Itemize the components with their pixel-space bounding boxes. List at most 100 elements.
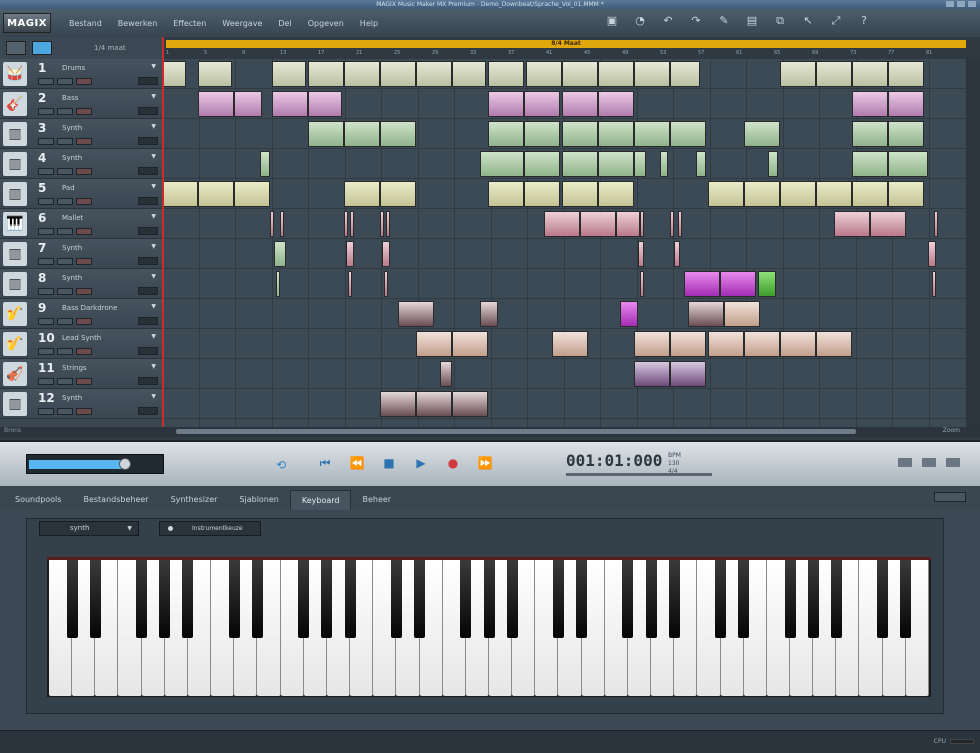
- audio-clip[interactable]: [852, 121, 888, 147]
- audio-clip[interactable]: [852, 181, 888, 207]
- black-key[interactable]: [784, 560, 796, 638]
- track-header[interactable]: ▥ 8 Synth ▼: [0, 269, 162, 299]
- audio-clip[interactable]: [684, 271, 720, 297]
- audio-clip[interactable]: [888, 181, 924, 207]
- chevron-down-icon[interactable]: ▼: [151, 303, 156, 310]
- audio-clip[interactable]: [934, 211, 938, 237]
- track-header[interactable]: ▥ 3 Synth ▼: [0, 119, 162, 149]
- volume-knob[interactable]: [119, 458, 131, 470]
- audio-clip[interactable]: [416, 391, 452, 417]
- audio-clip[interactable]: [382, 241, 390, 267]
- stop-button[interactable]: ■: [380, 456, 398, 471]
- audio-clip[interactable]: [696, 151, 706, 177]
- redo-icon[interactable]: ↷: [690, 15, 702, 27]
- audio-clip[interactable]: [272, 61, 306, 87]
- solo-button[interactable]: [57, 408, 73, 415]
- track-lane[interactable]: [162, 299, 966, 329]
- tab-sjablonen[interactable]: Sjablonen: [228, 490, 289, 510]
- black-key[interactable]: [877, 560, 889, 638]
- minimize-button[interactable]: [946, 1, 954, 7]
- synth-icon[interactable]: ▥: [3, 122, 27, 146]
- audio-clip[interactable]: [634, 331, 670, 357]
- audio-clip[interactable]: [280, 211, 284, 237]
- track-name[interactable]: Lead Synth: [62, 334, 101, 342]
- mute-button[interactable]: [38, 348, 54, 355]
- track-volume[interactable]: [138, 167, 158, 175]
- synth-icon[interactable]: ▥: [3, 182, 27, 206]
- audio-clip[interactable]: [198, 181, 234, 207]
- audio-clip[interactable]: [816, 61, 852, 87]
- audio-clip[interactable]: [598, 91, 634, 117]
- tab-beheer[interactable]: Beheer: [351, 490, 402, 510]
- audio-clip[interactable]: [562, 121, 598, 147]
- track-volume[interactable]: [138, 197, 158, 205]
- audio-clip[interactable]: [380, 391, 416, 417]
- track-lane[interactable]: [162, 239, 966, 269]
- mute-button[interactable]: [38, 168, 54, 175]
- chevron-down-icon[interactable]: ▼: [151, 333, 156, 340]
- black-key[interactable]: [668, 560, 680, 638]
- track-record-button[interactable]: [76, 258, 92, 265]
- chevron-down-icon[interactable]: ▼: [151, 273, 156, 280]
- track-lane[interactable]: [162, 179, 966, 209]
- help-icon[interactable]: ?: [858, 15, 870, 27]
- audio-clip[interactable]: [384, 271, 388, 297]
- audio-clip[interactable]: [724, 301, 760, 327]
- fast-forward-button[interactable]: ⏩: [476, 456, 494, 471]
- black-key[interactable]: [344, 560, 356, 638]
- audio-clip[interactable]: [852, 151, 888, 177]
- audio-clip[interactable]: [888, 91, 924, 117]
- audio-clip[interactable]: [634, 361, 670, 387]
- track-name[interactable]: Mallet: [62, 214, 83, 222]
- track-lane[interactable]: [162, 59, 966, 89]
- audio-clip[interactable]: [526, 61, 562, 87]
- vertical-scrollbar[interactable]: [966, 59, 980, 427]
- track-name[interactable]: Synth: [62, 154, 82, 162]
- solo-button[interactable]: [57, 318, 73, 325]
- mute-button[interactable]: [38, 258, 54, 265]
- chevron-down-icon[interactable]: ▼: [151, 63, 156, 70]
- track-header[interactable]: 🎹 6 Mallet ▼: [0, 209, 162, 239]
- audio-clip[interactable]: [416, 61, 452, 87]
- layout-button-2[interactable]: [922, 458, 936, 467]
- audio-clip[interactable]: [272, 91, 308, 117]
- audio-clip[interactable]: [440, 361, 452, 387]
- mute-button[interactable]: [38, 78, 54, 85]
- track-lane[interactable]: [162, 359, 966, 389]
- layout-button-3[interactable]: [946, 458, 960, 467]
- audio-clip[interactable]: [928, 241, 936, 267]
- track-volume[interactable]: [138, 227, 158, 235]
- mute-button[interactable]: [38, 138, 54, 145]
- track-volume[interactable]: [138, 257, 158, 265]
- audio-clip[interactable]: [270, 211, 274, 237]
- track-record-button[interactable]: [76, 198, 92, 205]
- track-name[interactable]: Synth: [62, 394, 82, 402]
- solo-button[interactable]: [57, 348, 73, 355]
- draw-icon[interactable]: ✎: [718, 15, 730, 27]
- audio-clip[interactable]: [308, 121, 344, 147]
- loop-icon[interactable]: ⟲: [276, 458, 286, 472]
- black-key[interactable]: [89, 560, 101, 638]
- go-to-start-button[interactable]: ⏮: [316, 456, 334, 471]
- track-lane[interactable]: [162, 149, 966, 179]
- audio-clip[interactable]: [308, 61, 344, 87]
- audio-clip[interactable]: [524, 151, 560, 177]
- audio-clip[interactable]: [234, 91, 262, 117]
- audio-clip[interactable]: [888, 151, 928, 177]
- audio-clip[interactable]: [638, 241, 644, 267]
- audio-clip[interactable]: [598, 121, 634, 147]
- track-header[interactable]: 🎸 2 Bass ▼: [0, 89, 162, 119]
- track-header[interactable]: ▥ 5 Pad ▼: [0, 179, 162, 209]
- mute-button[interactable]: [38, 378, 54, 385]
- track-record-button[interactable]: [76, 318, 92, 325]
- audio-clip[interactable]: [524, 91, 560, 117]
- audio-clip[interactable]: [640, 211, 644, 237]
- audio-clip[interactable]: [488, 61, 524, 87]
- audio-clip[interactable]: [346, 241, 354, 267]
- synth-icon[interactable]: ▥: [3, 272, 27, 296]
- menu-effecten[interactable]: Effecten: [165, 19, 214, 28]
- audio-clip[interactable]: [488, 91, 524, 117]
- audio-clip[interactable]: [274, 241, 286, 267]
- play-button[interactable]: ▶: [412, 456, 430, 471]
- scroll-thumb[interactable]: [176, 429, 856, 434]
